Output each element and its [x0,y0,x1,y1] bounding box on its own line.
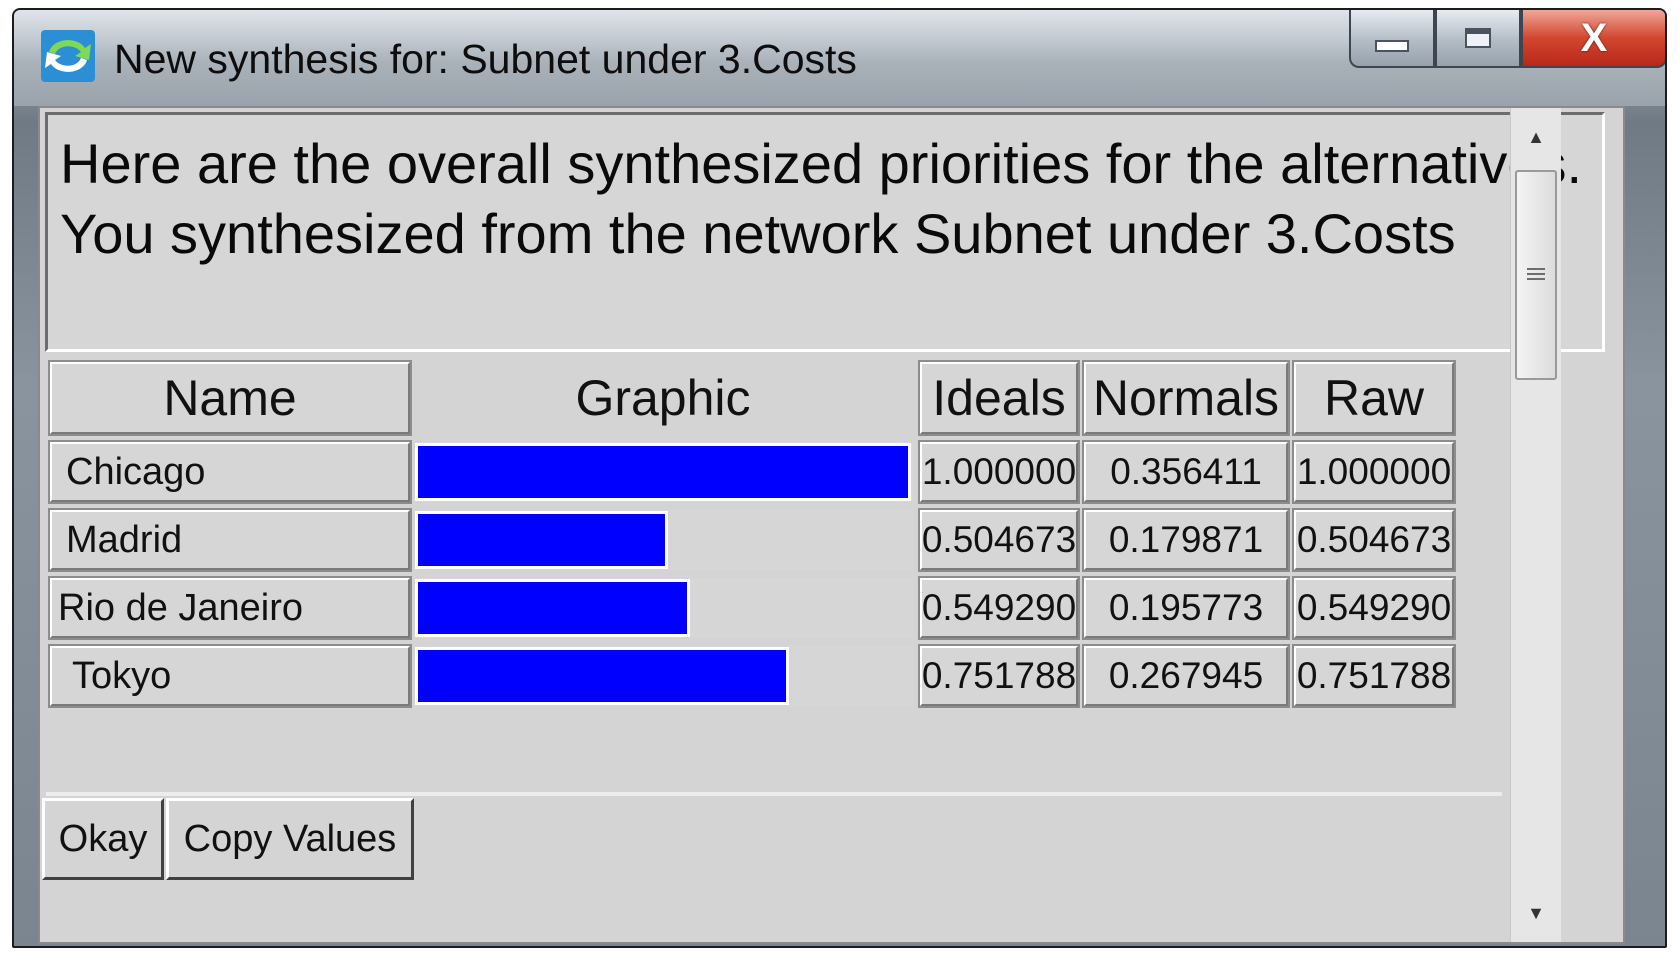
ideals-value-text: 1.000000 [921,451,1077,492]
scroll-down-button[interactable]: ▼ [1511,888,1561,938]
grip-icon [1527,268,1545,282]
normals-value: 0.179871 [1082,508,1290,572]
priority-bar [418,650,786,702]
row-name-label: Madrid [66,518,183,561]
ideals-value: 1.000000 [918,440,1080,504]
priority-bar [418,446,908,498]
table-row-name: Madrid [48,508,412,572]
app-icon [41,30,95,82]
copy-values-button-label: Copy Values [183,817,397,860]
scroll-thumb[interactable] [1515,170,1557,380]
table-row-name: Rio de Janeiro [48,576,412,640]
priority-bar [418,582,687,634]
column-header-name-label: Name [163,370,297,426]
row-name-label: Rio de Janeiro [58,586,304,629]
scroll-up-button[interactable]: ▲ [1511,112,1561,162]
raw-value: 0.549290 [1292,576,1456,640]
close-icon: X [1580,16,1608,60]
ideals-value: 0.751788 [918,644,1080,708]
row-name-label: Tokyo [72,654,172,697]
normals-value-text: 0.195773 [1108,587,1264,628]
normals-value: 0.356411 [1082,440,1290,504]
graphic-cell [418,510,914,570]
normals-value: 0.195773 [1082,576,1290,640]
ideals-value-text: 0.751788 [921,655,1077,696]
normals-value-text: 0.356411 [1110,451,1262,492]
row-name-label: Chicago [66,450,206,493]
raw-value-text: 1.000000 [1296,451,1452,492]
graphic-cell [418,442,914,502]
okay-button[interactable]: Okay [42,798,164,880]
dialog-content: Here are the overall synthesized priorit… [38,106,1625,944]
raw-value: 0.751788 [1292,644,1456,708]
raw-value-text: 0.549290 [1296,587,1452,628]
column-header-graphic-label: Graphic [575,370,751,426]
maximize-icon [1465,28,1491,48]
raw-value-text: 0.751788 [1296,655,1452,696]
message-box: Here are the overall synthesized priorit… [45,112,1605,352]
column-header-normals: Normals [1082,360,1290,436]
normals-value-text: 0.179871 [1108,519,1264,560]
window-title: New synthesis for: Subnet under 3.Costs [114,36,857,82]
raw-value: 0.504673 [1292,508,1456,572]
maximize-button[interactable] [1435,10,1521,68]
column-header-graphic: Graphic [414,362,912,434]
ideals-value-text: 0.504673 [921,519,1077,560]
column-header-ideals: Ideals [918,360,1080,436]
raw-value: 1.000000 [1292,440,1456,504]
column-header-raw: Raw [1292,360,1456,436]
ideals-value: 0.549290 [918,576,1080,640]
vertical-scrollbar[interactable]: ▲ ▼ [1510,108,1561,942]
scroll-down-arrow-icon: ▼ [1527,902,1545,923]
message-text: Here are the overall synthesized priorit… [60,132,1583,265]
synthesis-window: New synthesis for: Subnet under 3.Costs … [12,8,1667,948]
column-header-ideals-label: Ideals [932,370,1066,426]
minimize-button[interactable] [1349,10,1435,68]
ideals-value-text: 0.549290 [921,587,1077,628]
separator [46,792,1502,796]
column-header-normals-label: Normals [1092,370,1280,426]
normals-value-text: 0.267945 [1108,655,1264,696]
graphic-cell [418,578,914,638]
table-row-name: Tokyo [48,644,412,708]
graphic-cell [418,646,914,706]
ideals-value: 0.504673 [918,508,1080,572]
okay-button-label: Okay [58,817,148,860]
table-row-name: Chicago [48,440,412,504]
raw-value-text: 0.504673 [1296,519,1452,560]
close-button[interactable]: X [1521,10,1665,68]
column-header-name: Name [48,360,412,436]
copy-values-button[interactable]: Copy Values [166,798,414,880]
scroll-up-arrow-icon: ▲ [1527,126,1545,147]
priority-bar [418,514,665,566]
column-header-raw-label: Raw [1323,370,1425,426]
normals-value: 0.267945 [1082,644,1290,708]
minimize-icon [1375,40,1409,52]
